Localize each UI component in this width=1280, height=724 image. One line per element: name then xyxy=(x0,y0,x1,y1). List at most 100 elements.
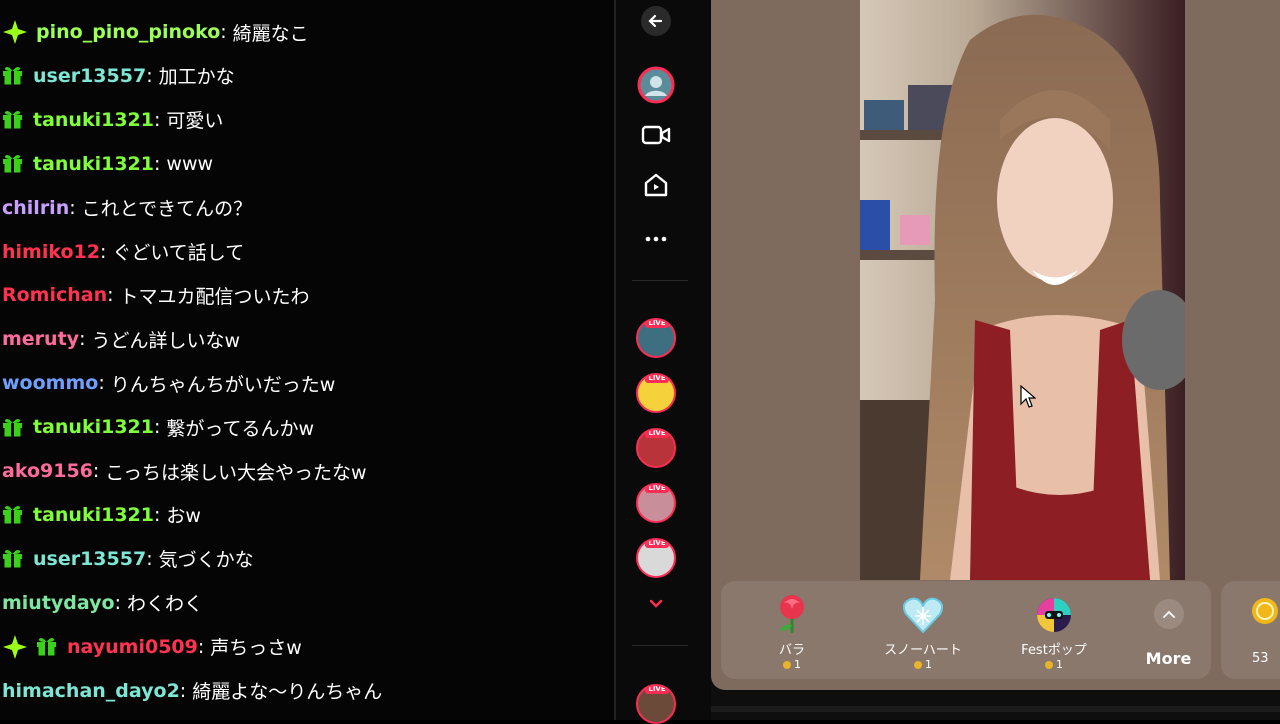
live-avatar[interactable]: LIVE xyxy=(636,318,676,358)
chat-message: user13557: 気づくかな xyxy=(2,544,254,574)
chat-username[interactable]: tanuki1321 xyxy=(33,416,154,438)
chat-separator: : xyxy=(107,284,114,307)
gift-price: 1 xyxy=(999,658,1109,671)
coin-icon xyxy=(914,661,922,669)
back-arrow-icon xyxy=(640,5,672,41)
next-gift-card[interactable]: 53 xyxy=(1221,581,1280,679)
show-more-live-button[interactable] xyxy=(637,586,675,620)
live-video[interactable] xyxy=(860,0,1185,580)
more-button[interactable] xyxy=(637,218,675,256)
chat-username[interactable]: ako9156 xyxy=(2,460,93,482)
gift-name: Festポップ xyxy=(1021,643,1087,658)
rail-separator xyxy=(632,645,688,646)
fest-pop-icon xyxy=(1034,595,1074,639)
live-avatar[interactable]: LIVE xyxy=(636,538,676,578)
chat-message: Romichan: トマユカ配信ついたわ xyxy=(2,280,310,310)
chat-username[interactable]: user13557 xyxy=(33,65,146,87)
scrollbar-track[interactable] xyxy=(711,706,1280,712)
gift-name: スノーハート xyxy=(884,643,962,658)
live-avatar[interactable]: LIVE xyxy=(636,684,676,724)
live-avatar[interactable]: LIVE xyxy=(636,373,676,413)
chat-separator: : xyxy=(154,416,161,439)
back-button[interactable] xyxy=(637,4,675,42)
chat-username[interactable]: himiko12 xyxy=(2,241,100,263)
gift-badge-icon xyxy=(2,505,23,524)
gift-name: バラ xyxy=(778,643,805,658)
chat-username[interactable]: user13557 xyxy=(33,548,146,570)
chat-text: 繋がってるんかw xyxy=(166,417,314,440)
chat-message: user13557: 加工かな xyxy=(2,61,235,91)
chat-username[interactable]: tanuki1321 xyxy=(33,109,154,131)
chat-text: トマユカ配信ついたわ xyxy=(119,285,310,308)
chat-message: tanuki1321: 繋がってるんかw xyxy=(2,412,314,442)
gift-item-fest-pop[interactable]: Festポップ 1 xyxy=(999,593,1109,679)
chat-text: 気づくかな xyxy=(158,549,254,572)
chat-text: こっちは楽しい大会やったなw xyxy=(105,461,367,484)
gift-badge-icon xyxy=(2,154,23,173)
chat-username[interactable]: tanuki1321 xyxy=(33,153,154,175)
chat-separator: : xyxy=(146,547,153,570)
chat-message: tanuki1321: おw xyxy=(2,500,201,530)
chevron-down-icon xyxy=(649,594,663,613)
mouse-cursor-icon xyxy=(1020,384,1037,413)
live-house-icon xyxy=(642,171,670,203)
more-dots-icon xyxy=(644,228,668,247)
chat-separator: : xyxy=(79,328,86,351)
chevron-up-icon xyxy=(1153,599,1184,629)
more-label: More xyxy=(1145,649,1192,668)
coin-icon xyxy=(783,661,791,669)
gift-price: 1 xyxy=(868,658,978,671)
chat-username[interactable]: chilrin xyxy=(2,197,69,219)
chat-text: 加工かな xyxy=(158,66,235,89)
live-avatar[interactable]: LIVE xyxy=(636,483,676,523)
chat-username[interactable]: tanuki1321 xyxy=(33,504,154,526)
star-badge-icon xyxy=(2,19,28,45)
gift-badge-icon xyxy=(2,110,23,129)
chat-username[interactable]: pino_pino_pinoko xyxy=(36,21,220,43)
stream-area: バラ 1 スノーハート 1 Festポップ 1 More 53 xyxy=(711,0,1280,720)
chat-username[interactable]: nayumi0509 xyxy=(67,636,198,658)
gift-panel: バラ 1 スノーハート 1 Festポップ 1 More xyxy=(721,581,1211,679)
chat-text: りんちゃんちがいだったw xyxy=(110,373,336,396)
chat-username[interactable]: miutydayo xyxy=(2,592,115,614)
chat-separator: : xyxy=(154,108,161,131)
chat-text: www xyxy=(166,152,214,175)
video-frame xyxy=(860,0,1185,580)
chat-separator: : xyxy=(92,460,100,482)
chat-message: ako9156: こっちは楽しい大会やったなw xyxy=(2,456,367,486)
chat-separator: : xyxy=(98,372,105,395)
chat-message: pino_pino_pinoko: 綺麗なこ xyxy=(2,17,309,47)
chat-text: 綺麗なこ xyxy=(232,22,309,45)
chat-username[interactable]: Romichan xyxy=(2,284,107,306)
gift-badge-icon xyxy=(2,66,23,85)
chat-text: これとできてんの？ xyxy=(81,198,253,221)
more-gifts-button[interactable]: More xyxy=(1121,599,1216,677)
live-button[interactable] xyxy=(637,168,675,206)
profile-avatar[interactable] xyxy=(637,66,675,104)
gift-item-rose[interactable]: バラ 1 xyxy=(737,593,847,679)
snow-heart-icon xyxy=(902,595,944,639)
next-gift-price: 53 xyxy=(1252,651,1269,666)
gift-badge-icon xyxy=(2,418,23,437)
chat-separator: : xyxy=(99,240,107,263)
chat-username[interactable]: meruty xyxy=(2,328,79,350)
side-rail: LIVE LIVE LIVE LIVE LIVE LIVE xyxy=(616,0,711,724)
video-camera-icon xyxy=(641,124,671,150)
chat-text: 綺麗よな〜りんちゃん xyxy=(192,681,383,703)
chat-message: chilrin: これとできてんの？ xyxy=(2,193,252,223)
live-avatar[interactable]: LIVE xyxy=(636,428,676,468)
rose-icon xyxy=(772,593,812,639)
chat-separator: : xyxy=(146,64,153,87)
chat-separator: : xyxy=(179,679,187,702)
chat-username[interactable]: himachan_dayo2 xyxy=(2,680,180,702)
gift-badge-icon xyxy=(2,549,23,568)
chat-username[interactable]: woommo xyxy=(2,372,98,394)
gift-item-snow-heart[interactable]: スノーハート 1 xyxy=(868,593,978,679)
chat-separator: : xyxy=(197,635,205,658)
chat-text: 可愛い xyxy=(166,110,224,133)
chat-message: himiko12: ぐどいて話して xyxy=(2,237,244,267)
video-button[interactable] xyxy=(637,118,675,156)
coin-icon xyxy=(1251,597,1279,629)
chat-separator: : xyxy=(114,591,121,614)
chat-message: nayumi0509: 声ちっさw xyxy=(2,632,302,662)
